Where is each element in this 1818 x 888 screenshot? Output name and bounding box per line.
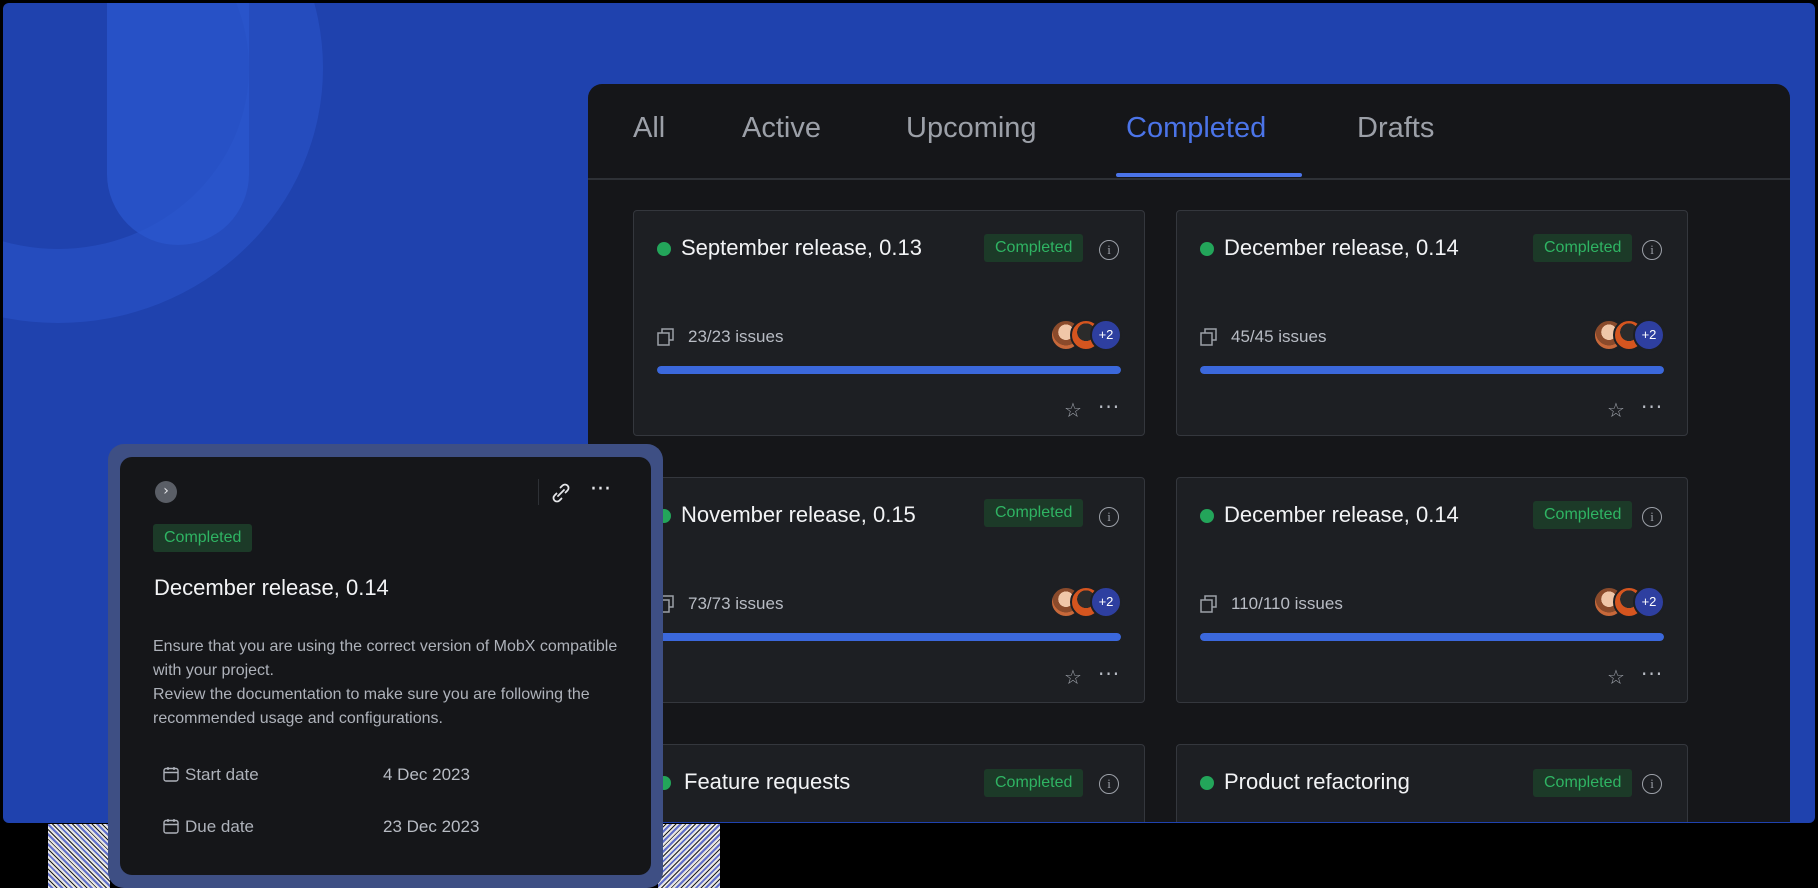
- tab-drafts[interactable]: Drafts: [1357, 112, 1434, 145]
- release-title: September release, 0.13: [681, 235, 922, 260]
- more-icon[interactable]: ···: [590, 477, 611, 502]
- calendar-icon: [163, 767, 179, 782]
- release-card[interactable]: Product refactoring Completed i: [1176, 744, 1688, 822]
- release-card[interactable]: November release, 0.15 Completed i 73/73…: [633, 477, 1145, 703]
- start-date-value[interactable]: 4 Dec 2023: [383, 765, 470, 785]
- more-icon[interactable]: ···: [1098, 395, 1120, 419]
- avatar-overflow-count: +2: [1633, 319, 1665, 351]
- link-icon[interactable]: [544, 476, 578, 510]
- tab-active[interactable]: Active: [742, 112, 821, 145]
- assignee-avatars[interactable]: +2: [1050, 319, 1122, 351]
- star-icon[interactable]: ☆: [1607, 398, 1625, 422]
- star-icon[interactable]: ☆: [1064, 665, 1082, 689]
- assignee-avatars[interactable]: +2: [1050, 586, 1122, 618]
- tab-bar: All Active Upcoming Completed Drafts: [588, 84, 1790, 180]
- progress-fill: [1200, 633, 1664, 641]
- more-icon[interactable]: ···: [1641, 662, 1663, 686]
- active-tab-indicator: [1116, 173, 1302, 177]
- chevron-right-icon[interactable]: ›: [155, 481, 177, 503]
- tab-completed[interactable]: Completed: [1126, 112, 1266, 145]
- release-detail-popup: › ··· Completed December release, 0.14 E…: [120, 457, 651, 875]
- status-badge: Completed: [1533, 234, 1633, 262]
- due-date-text: Due date: [185, 817, 254, 836]
- progress-bar: [1200, 366, 1664, 374]
- progress-fill: [657, 366, 1121, 374]
- release-title: November release, 0.15: [681, 502, 916, 527]
- due-date-label: Due date: [162, 817, 254, 837]
- status-dot: [657, 242, 671, 256]
- progress-bar: [657, 633, 1121, 641]
- status-badge: Completed: [984, 234, 1084, 262]
- due-date-value[interactable]: 23 Dec 2023: [383, 817, 479, 837]
- more-icon[interactable]: ···: [1098, 662, 1120, 686]
- progress-bar: [1200, 633, 1664, 641]
- issues-count: 23/23 issues: [688, 327, 784, 346]
- release-card[interactable]: Feature requests Completed i: [633, 744, 1145, 822]
- avatar-overflow-count: +2: [1090, 586, 1122, 618]
- progress-bar: [657, 366, 1121, 374]
- issues-count: 45/45 issues: [1231, 327, 1327, 346]
- decorative-noise-left: [48, 824, 110, 888]
- star-icon[interactable]: ☆: [1064, 398, 1082, 422]
- status-dot: [1200, 242, 1214, 256]
- release-card[interactable]: September release, 0.13 Completed i 23/2…: [633, 210, 1145, 436]
- release-card[interactable]: December release, 0.14 Completed i 45/45…: [1176, 210, 1688, 436]
- description-line: Review the documentation to make sure yo…: [153, 686, 590, 727]
- info-icon[interactable]: i: [1099, 240, 1119, 260]
- status-badge: Completed: [1533, 501, 1633, 529]
- info-icon[interactable]: i: [1642, 240, 1662, 260]
- start-date-label: Start date: [162, 765, 259, 785]
- status-badge: Completed: [1533, 769, 1633, 797]
- decorative-noise-right: [658, 824, 720, 888]
- issues-icon: [657, 328, 674, 346]
- issues-count: 73/73 issues: [688, 594, 784, 613]
- status-dot: [1200, 509, 1214, 523]
- status-badge: Completed: [984, 769, 1084, 797]
- description-line: Ensure that you are using the correct ve…: [153, 638, 618, 679]
- issues-count: 110/110 issues: [1231, 594, 1343, 613]
- status-badge: Completed: [984, 499, 1084, 527]
- issues-icon: [1200, 595, 1217, 613]
- avatar-overflow-count: +2: [1633, 586, 1665, 618]
- release-title: Feature requests: [684, 769, 851, 794]
- assignee-avatars[interactable]: +2: [1593, 319, 1665, 351]
- avatar-overflow-count: +2: [1090, 319, 1122, 351]
- info-icon[interactable]: i: [1642, 507, 1662, 527]
- info-icon[interactable]: i: [1642, 774, 1662, 794]
- more-icon[interactable]: ···: [1641, 395, 1663, 419]
- assignee-avatars[interactable]: +2: [1593, 586, 1665, 618]
- detail-description: Ensure that you are using the correct ve…: [153, 635, 623, 731]
- start-date-text: Start date: [185, 765, 259, 784]
- issues-icon: [1200, 328, 1217, 346]
- release-title: Product refactoring: [1224, 769, 1410, 794]
- status-dot: [1200, 776, 1214, 790]
- info-icon[interactable]: i: [1099, 774, 1119, 794]
- progress-fill: [1200, 366, 1664, 374]
- progress-fill: [657, 633, 1121, 641]
- release-title: December release, 0.14: [1224, 502, 1459, 527]
- tab-upcoming[interactable]: Upcoming: [906, 112, 1037, 145]
- detail-title: December release, 0.14: [154, 575, 389, 600]
- release-card[interactable]: December release, 0.14 Completed i 110/1…: [1176, 477, 1688, 703]
- info-icon[interactable]: i: [1099, 507, 1119, 527]
- tab-all[interactable]: All: [633, 112, 665, 145]
- decorative-shape: [107, 3, 249, 245]
- releases-panel: All Active Upcoming Completed Drafts Sep…: [588, 84, 1790, 822]
- divider: [538, 479, 539, 505]
- release-title: December release, 0.14: [1224, 235, 1459, 260]
- status-badge: Completed: [153, 524, 253, 552]
- calendar-icon: [163, 819, 179, 834]
- star-icon[interactable]: ☆: [1607, 665, 1625, 689]
